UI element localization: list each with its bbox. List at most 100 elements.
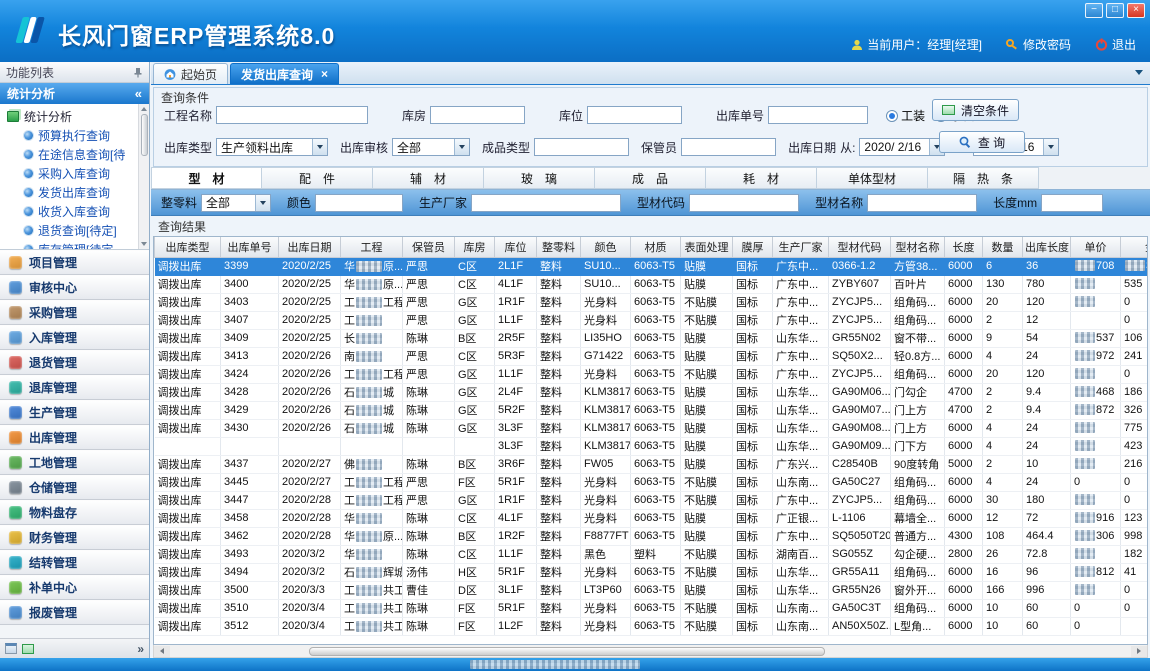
monitor-icon[interactable] — [22, 644, 34, 654]
column-header[interactable]: 膜厚 — [733, 237, 773, 257]
tab-start-page[interactable]: 起始页 — [153, 63, 228, 84]
collapse-icon[interactable]: « — [135, 89, 142, 99]
table-row[interactable]: 调拨出库34452020/2/27工工程严思F区5R1F整料光身料6063-T5… — [155, 473, 1149, 491]
outbound-audit-select[interactable]: 全部 — [392, 138, 470, 156]
sidebar-group-statistics[interactable]: 统计分析 « — [0, 83, 149, 104]
table-row[interactable]: 调拨出库34282020/2/26石城陈琳G区2L4F整料KLM38176063… — [155, 383, 1149, 401]
table-row[interactable]: 调拨出库34092020/2/25长陈琳B区2R5F整料LI35HO6063-T… — [155, 329, 1149, 347]
table-row[interactable]: 调拨出库34302020/2/26石城陈琳G区3L3F整料KLM38176063… — [155, 419, 1149, 437]
tree-item[interactable]: 预算执行查询 — [7, 126, 135, 145]
warehouse-input[interactable] — [430, 106, 525, 124]
material-tab[interactable]: 辅 材 — [373, 167, 484, 189]
project-name-input[interactable] — [216, 106, 368, 124]
product-type-input[interactable] — [534, 138, 629, 156]
table-row[interactable]: 调拨出库34472020/2/28工工程严思G区1R1F整料光身料6063-T5… — [155, 491, 1149, 509]
sidebar-section[interactable]: 工地管理 — [0, 450, 149, 475]
table-row[interactable]: 调拨出库33992020/2/25华原...严思C区2L1F整料SU10...6… — [155, 257, 1149, 275]
column-header[interactable]: 数量 — [983, 237, 1023, 257]
sidebar-section[interactable]: 退库管理 — [0, 375, 149, 400]
date-from-picker[interactable]: 2020/ 2/16 — [859, 138, 945, 156]
column-header[interactable]: 生产厂家 — [773, 237, 829, 257]
table-row[interactable]: 3L3F整料KLM38176063-T5贴膜国标山东华...GA90M09...… — [155, 437, 1149, 455]
column-header[interactable]: 材质 — [631, 237, 681, 257]
table-row[interactable]: 调拨出库34032020/2/25工工程严思G区1R1F整料光身料6063-T5… — [155, 293, 1149, 311]
column-header[interactable]: 表面处理 — [681, 237, 733, 257]
column-header[interactable]: 工程 — [341, 237, 403, 257]
column-header[interactable]: 出库日期 — [279, 237, 341, 257]
sidebar-section[interactable]: 报废管理 — [0, 600, 149, 625]
table-row[interactable]: 调拨出库35122020/3/4工共工程陈琳F区1L2F整料光身料6063-T5… — [155, 617, 1149, 635]
scroll-up-icon[interactable] — [141, 107, 147, 111]
sidebar-section[interactable]: 项目管理 — [0, 250, 149, 275]
column-header[interactable]: 型材代码 — [829, 237, 891, 257]
sidebar-section[interactable]: 采购管理 — [0, 300, 149, 325]
material-tab[interactable]: 玻 璃 — [484, 167, 595, 189]
table-row[interactable]: 调拨出库35002020/3/3工共工程曹佳D区3L1F整料LT3P606063… — [155, 581, 1149, 599]
table-row[interactable]: 调拨出库34932020/3/2华陈琳C区1L1F整料黑色塑料不贴膜国标湖南百.… — [155, 545, 1149, 563]
column-header[interactable]: 颜色 — [581, 237, 631, 257]
close-button[interactable]: × — [1127, 3, 1145, 18]
table-row[interactable]: 调拨出库34582020/2/28华陈琳C区4L1F整料光身料6063-T5贴膜… — [155, 509, 1149, 527]
tree-item[interactable]: 收货入库查询 — [7, 202, 135, 221]
horizontal-scrollbar[interactable] — [153, 645, 1148, 658]
material-tab[interactable]: 型 材 — [151, 167, 262, 189]
sidebar-section[interactable]: 生产管理 — [0, 400, 149, 425]
tree-item[interactable]: 发货出库查询 — [7, 183, 135, 202]
length-input[interactable] — [1041, 194, 1103, 212]
material-tab[interactable]: 配 件 — [262, 167, 373, 189]
tab-list-dropdown-icon[interactable] — [1135, 70, 1143, 75]
column-header[interactable]: 长度 — [945, 237, 983, 257]
table-row[interactable]: 调拨出库34242020/2/26工工程严思G区1L1F整料光身料6063-T5… — [155, 365, 1149, 383]
material-tab[interactable]: 单体型材 — [817, 167, 928, 189]
sidebar-section[interactable]: 结转管理 — [0, 550, 149, 575]
column-header[interactable]: 保管员 — [403, 237, 455, 257]
maker-input[interactable] — [471, 194, 621, 212]
color-input[interactable] — [315, 194, 403, 212]
table-row[interactable]: 调拨出库34292020/2/26石城陈琳G区5R2F整料KLM38176063… — [155, 401, 1149, 419]
tab-shipping-outbound-query[interactable]: 发货出库查询 × — [230, 63, 339, 84]
column-header[interactable]: 库房 — [455, 237, 495, 257]
profile-name-input[interactable] — [867, 194, 977, 212]
tree-root[interactable]: 统计分析 — [7, 107, 135, 126]
tree-item[interactable]: 采购入库查询 — [7, 164, 135, 183]
tree-item[interactable]: 退货查询[待定] — [7, 221, 135, 240]
keeper-input[interactable] — [681, 138, 776, 156]
table-row[interactable]: 调拨出库34372020/2/27佛陈琳B区3R6F整料FW056063-T5贴… — [155, 455, 1149, 473]
sidebar-section[interactable]: 出库管理 — [0, 425, 149, 450]
close-tab-icon[interactable]: × — [321, 67, 328, 81]
sidebar-section[interactable]: 审核中心 — [0, 275, 149, 300]
table-row[interactable]: 调拨出库35102020/3/4工共工程陈琳F区5R1F整料光身料6063-T5… — [155, 599, 1149, 617]
logout-button[interactable]: 退出 — [1095, 36, 1136, 53]
scrollbar-thumb[interactable] — [141, 114, 148, 156]
column-header[interactable]: 型材名称 — [891, 237, 945, 257]
material-tab[interactable]: 成 品 — [595, 167, 706, 189]
column-header[interactable]: 出库单号 — [221, 237, 279, 257]
location-input[interactable] — [587, 106, 682, 124]
tree-item[interactable]: 在途信息查询[待 — [7, 145, 135, 164]
tree-item[interactable]: 库存管理[待定 — [7, 240, 135, 250]
scroll-down-icon[interactable] — [141, 242, 147, 246]
change-password-button[interactable]: 修改密码 — [1006, 36, 1071, 53]
column-header[interactable]: 库位 — [495, 237, 537, 257]
column-header[interactable]: 金 — [1121, 237, 1149, 257]
material-tab[interactable]: 隔 热 条 — [928, 167, 1039, 189]
clear-conditions-button[interactable]: 清空条件 — [932, 99, 1019, 121]
column-header[interactable]: 整零料 — [537, 237, 581, 257]
table-row[interactable]: 调拨出库34072020/2/25工严思G区1L1F整料光身料6063-T5不贴… — [155, 311, 1149, 329]
outbound-type-select[interactable]: 生产领料出库 — [216, 138, 328, 156]
sidebar-section[interactable]: 物料盘存 — [0, 500, 149, 525]
sidebar-section[interactable]: 补单中心 — [0, 575, 149, 600]
table-row[interactable]: 调拨出库34942020/3/2石辉城汤伟H区5R1F整料光身料6063-T5不… — [155, 563, 1149, 581]
scroll-left-icon[interactable] — [154, 646, 170, 657]
maximize-button[interactable]: □ — [1106, 3, 1124, 18]
minimize-button[interactable]: − — [1085, 3, 1103, 18]
order-no-input[interactable] — [768, 106, 868, 124]
tree-scrollbar[interactable] — [138, 104, 149, 249]
sidebar-section[interactable]: 财务管理 — [0, 525, 149, 550]
search-button[interactable]: 查 询 — [939, 131, 1025, 153]
panel-view-icon[interactable] — [5, 643, 17, 654]
table-row[interactable]: 调拨出库34622020/2/28华原...陈琳B区1R2F整料F8877FT6… — [155, 527, 1149, 545]
column-header[interactable]: 出库长度 — [1023, 237, 1071, 257]
column-header[interactable]: 出库类型 — [155, 237, 221, 257]
sidebar-section[interactable]: 仓储管理 — [0, 475, 149, 500]
